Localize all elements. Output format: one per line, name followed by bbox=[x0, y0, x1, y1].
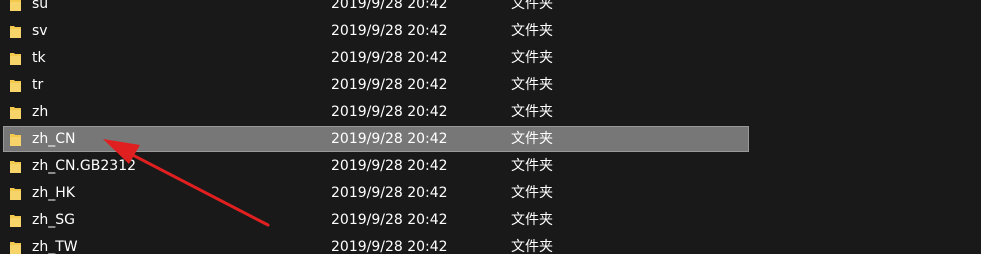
file-name: zh_CN bbox=[32, 131, 76, 147]
file-type: 文件夹 bbox=[511, 185, 553, 201]
list-item[interactable]: zh_CN.GB2312 2019/9/28 20:42 文件夹 bbox=[0, 153, 981, 180]
list-item[interactable]: zh 2019/9/28 20:42 文件夹 bbox=[0, 99, 981, 126]
file-name: tr bbox=[32, 77, 44, 93]
file-type: 文件夹 bbox=[511, 212, 553, 228]
folder-icon bbox=[10, 0, 21, 11]
folder-icon bbox=[10, 107, 21, 119]
modified-date: 2019/9/28 20:42 bbox=[331, 50, 448, 66]
file-name: sv bbox=[32, 23, 48, 39]
list-item[interactable]: sv 2019/9/28 20:42 文件夹 bbox=[0, 18, 981, 45]
file-type: 文件夹 bbox=[511, 50, 553, 66]
modified-date: 2019/9/28 20:42 bbox=[331, 23, 448, 39]
file-type: 文件夹 bbox=[511, 77, 553, 93]
list-item[interactable]: zh_HK 2019/9/28 20:42 文件夹 bbox=[0, 180, 981, 207]
modified-date: 2019/9/28 20:42 bbox=[331, 212, 448, 228]
folder-icon bbox=[10, 53, 21, 65]
modified-date: 2019/9/28 20:42 bbox=[331, 131, 448, 147]
modified-date: 2019/9/28 20:42 bbox=[331, 77, 448, 93]
modified-date: 2019/9/28 20:42 bbox=[331, 239, 448, 254]
file-name: zh_CN.GB2312 bbox=[32, 158, 137, 174]
folder-icon bbox=[10, 215, 21, 227]
file-type: 文件夹 bbox=[511, 23, 553, 39]
list-item[interactable]: zh_SG 2019/9/28 20:42 文件夹 bbox=[0, 207, 981, 234]
file-name: zh bbox=[32, 104, 49, 120]
modified-date: 2019/9/28 20:42 bbox=[331, 185, 448, 201]
file-type: 文件夹 bbox=[511, 239, 553, 254]
folder-icon bbox=[10, 26, 21, 38]
file-name: su bbox=[32, 0, 49, 12]
folder-icon bbox=[10, 242, 21, 254]
file-type: 文件夹 bbox=[511, 158, 553, 174]
file-type: 文件夹 bbox=[511, 131, 553, 147]
file-name: tk bbox=[32, 50, 46, 66]
modified-date: 2019/9/28 20:42 bbox=[331, 104, 448, 120]
folder-icon bbox=[10, 188, 21, 200]
folder-icon bbox=[10, 161, 21, 173]
list-item[interactable]: tr 2019/9/28 20:42 文件夹 bbox=[0, 72, 981, 99]
modified-date: 2019/9/28 20:42 bbox=[331, 158, 448, 174]
modified-date: 2019/9/28 20:42 bbox=[331, 0, 448, 12]
file-type: 文件夹 bbox=[511, 104, 553, 120]
file-type: 文件夹 bbox=[511, 0, 553, 12]
folder-icon bbox=[10, 80, 21, 92]
file-name: zh_HK bbox=[32, 185, 75, 201]
list-item[interactable]: tk 2019/9/28 20:42 文件夹 bbox=[0, 45, 981, 72]
folder-icon bbox=[10, 134, 21, 146]
file-list: su 2019/9/28 20:42 文件夹 sv 2019/9/28 20:4… bbox=[0, 0, 981, 254]
list-item-selected[interactable]: zh_CN 2019/9/28 20:42 文件夹 bbox=[0, 126, 981, 153]
list-item[interactable]: zh_TW 2019/9/28 20:42 文件夹 bbox=[0, 234, 981, 254]
file-explorer-view: su 2019/9/28 20:42 文件夹 sv 2019/9/28 20:4… bbox=[0, 0, 981, 254]
file-name: zh_TW bbox=[32, 239, 78, 254]
list-item[interactable]: su 2019/9/28 20:42 文件夹 bbox=[0, 0, 981, 18]
file-name: zh_SG bbox=[32, 212, 75, 228]
